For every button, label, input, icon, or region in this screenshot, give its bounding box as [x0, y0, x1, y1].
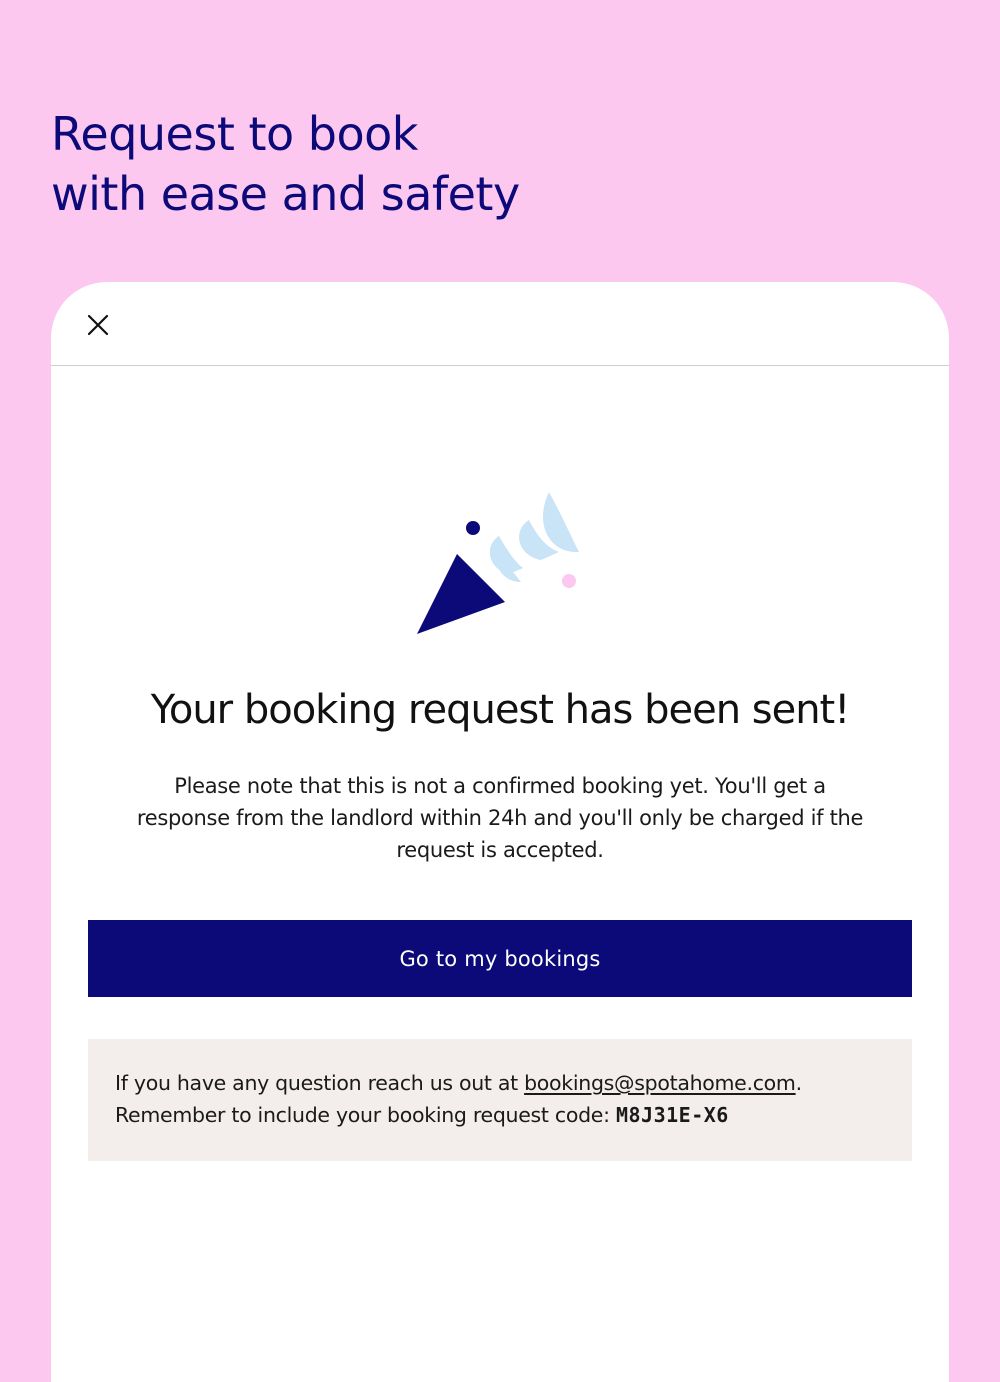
contact-info-line-1: If you have any question reach us out at…: [115, 1067, 885, 1099]
promo-title-line-1: Request to book: [51, 107, 418, 161]
booking-confirmation-dialog: Your booking request has been sent! Plea…: [51, 282, 949, 1382]
booking-code-label: Remember to include your booking request…: [115, 1103, 616, 1127]
promo-title-line-2: with ease and safety: [51, 167, 520, 221]
booking-request-code: M8J31E-X6: [615, 1103, 729, 1127]
contact-info-suffix: .: [795, 1071, 803, 1095]
contact-info-prefix: If you have any question reach us out at: [115, 1071, 525, 1095]
dialog-header: [51, 282, 949, 366]
contact-info-line-2: Remember to include your booking request…: [115, 1099, 885, 1131]
party-popper-icon: [417, 492, 579, 634]
confirmation-headline: Your booking request has been sent!: [150, 687, 851, 733]
confirmation-message: Please note that this is not a confirmed…: [136, 774, 864, 862]
close-icon: [87, 314, 109, 336]
close-button[interactable]: [85, 312, 111, 338]
go-to-my-bookings-button[interactable]: Go to my bookings: [88, 920, 912, 997]
promo-title: Request to book with ease and safety: [51, 104, 520, 224]
contact-info-box: If you have any question reach us out at…: [88, 1039, 912, 1161]
support-email-link[interactable]: bookings@spotahome.com: [524, 1071, 796, 1095]
